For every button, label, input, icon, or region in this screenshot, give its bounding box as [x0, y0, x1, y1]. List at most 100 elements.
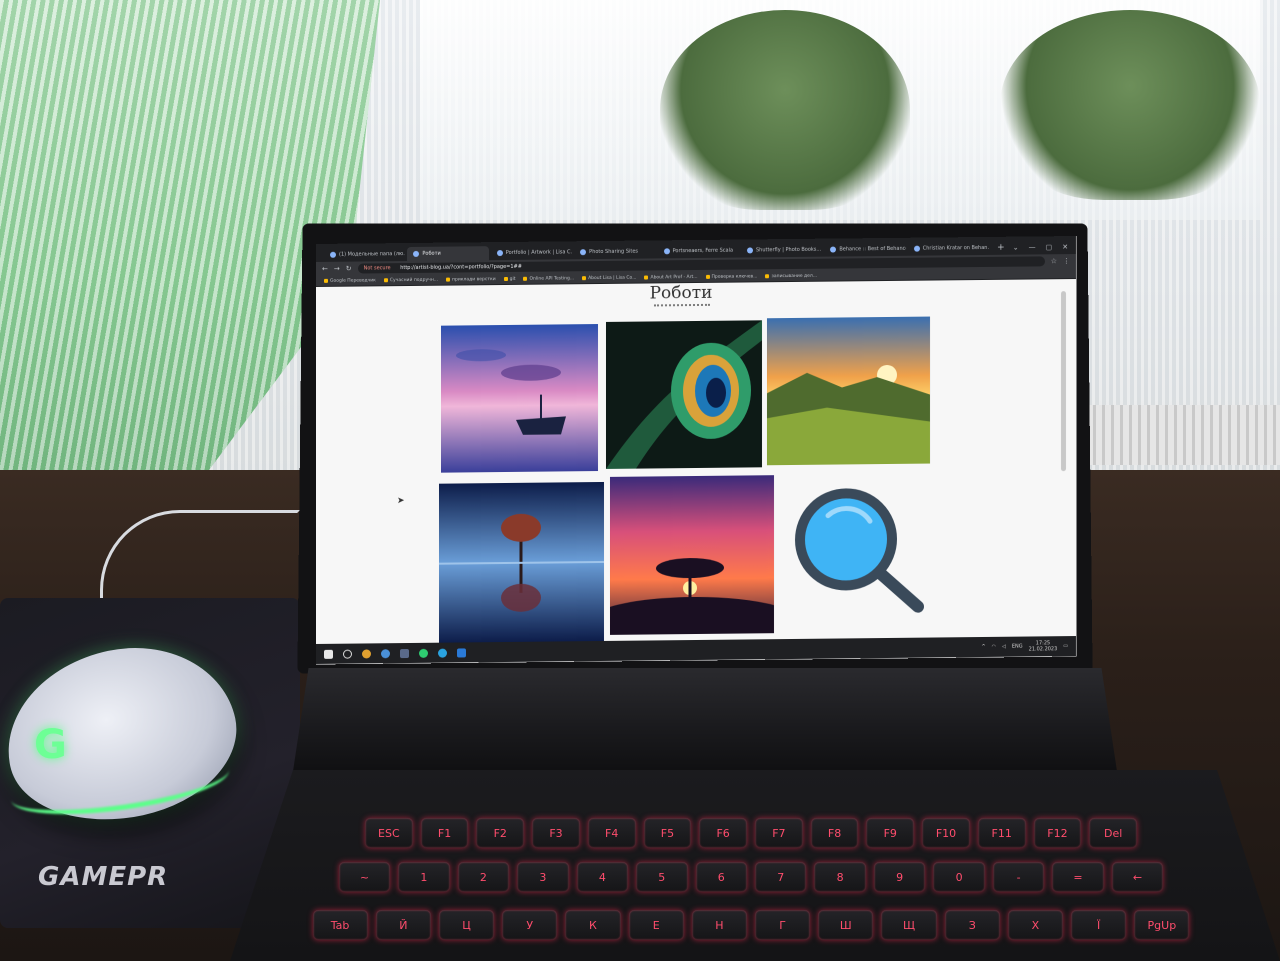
bookmark-item[interactable]: Online API Testing... [523, 276, 574, 282]
search-icon[interactable] [343, 649, 352, 659]
bookmark-icon [705, 274, 710, 279]
menu-icon[interactable]: ⋮ [1063, 257, 1070, 265]
bookmark-item[interactable]: Проверка ключев... [705, 273, 758, 280]
gallery-photo-peacock-feather[interactable] [606, 320, 762, 469]
browser-tab[interactable]: Shutterfly | Photo Books... [741, 243, 822, 258]
tab-label: Роботи [422, 250, 441, 257]
browser-tab[interactable]: Portsneaers, Ferre Scala [658, 244, 739, 259]
reload-icon[interactable]: ↻ [346, 265, 352, 273]
keyboard-key: 9 [873, 862, 926, 892]
tray-chevron-icon[interactable]: ^ [981, 644, 985, 650]
tab-label: Shutterfly | Photo Books... [755, 246, 822, 254]
steam-icon[interactable] [400, 648, 409, 658]
star-icon[interactable]: ☆ [1051, 257, 1057, 265]
keyboard-key: Del [1089, 818, 1137, 848]
tab-favicon-icon [746, 247, 753, 254]
bookmark-label: Проверка ключев... [711, 273, 758, 280]
keyboard-key: ~ [338, 862, 391, 892]
magnifier-icon[interactable] [788, 480, 938, 622]
tab-favicon-icon [330, 251, 336, 258]
browser-tab[interactable]: Portfolio | Artwork | Lisa C... [491, 245, 572, 260]
keyboard-key: 7 [755, 862, 807, 892]
spotify-icon[interactable] [419, 648, 428, 658]
tab-label: (1) Модельные папа (лю... [339, 251, 406, 258]
keyboard-key: Х [1007, 910, 1064, 940]
gallery-photo-mountain-sunset[interactable] [767, 316, 930, 466]
bookmark-item[interactable]: приклади верстки [446, 277, 496, 283]
portfolio-page: Роботи ➤ [316, 279, 1076, 644]
app-icon[interactable] [381, 648, 390, 658]
browser-tab[interactable]: Christian Kratar on Behan... [908, 241, 989, 256]
gallery-photo-tree-reflection[interactable] [439, 481, 604, 643]
page-scrollbar[interactable] [1061, 291, 1066, 472]
clock[interactable]: 17:25 21.02.2023 [1029, 640, 1058, 652]
bookmark-item[interactable]: About Lisa | Lisa Co... [582, 275, 636, 281]
browser-tab[interactable]: Роботи [407, 246, 489, 262]
window-control-button[interactable]: ✕ [1062, 240, 1068, 254]
keyboard-key: F1 [420, 818, 469, 848]
window-control-button[interactable]: — [1029, 240, 1036, 254]
vscode-icon[interactable] [457, 647, 466, 658]
bookmark-label: About Lisa | Lisa Co... [588, 275, 637, 281]
window-control-button[interactable]: ▢ [1046, 240, 1053, 254]
back-icon[interactable]: ← [322, 265, 328, 273]
keyboard-key: Ц [438, 910, 495, 940]
not-secure-label: Not secure [363, 265, 391, 272]
gallery-photo-tree-sunset[interactable] [610, 475, 774, 635]
browser-tab[interactable]: (1) Модельные папа (лю... [324, 247, 405, 262]
keyboard-key: 3 [517, 862, 569, 892]
language-indicator[interactable]: ENG [1012, 644, 1023, 650]
mouse-logo: G [34, 722, 67, 768]
bookmark-item[interactable]: git [503, 276, 516, 282]
keyboard-key: Й [375, 910, 431, 940]
keyboard-key: ESC [365, 818, 413, 848]
gallery-photo-boat[interactable] [441, 324, 598, 473]
tab-favicon-icon [913, 245, 920, 252]
keyboard-key: F5 [643, 818, 692, 848]
bookmark-item[interactable]: About Art Prof - Art... [644, 274, 698, 280]
keyboard-key: Г [755, 910, 811, 940]
chrome-icon[interactable] [362, 648, 371, 658]
keyboard-key: Н [691, 910, 747, 940]
bookmark-item[interactable]: Сучасний подручн... [383, 277, 438, 283]
keyboard-key: F11 [977, 818, 1026, 848]
laptop-keyboard: ESC F1 F2 F3 F4 F5 F6 F7 F8 F9 F10 F11 F12 Del ~1 2 3 4 5 6… [230, 770, 1280, 961]
keyboard-key: F10 [922, 818, 970, 848]
bookmark-item[interactable]: записывание дел... [765, 273, 817, 279]
notifications-icon[interactable]: ▭ [1063, 643, 1068, 649]
telegram-icon[interactable] [438, 648, 447, 658]
keyboard-key: 5 [636, 862, 688, 892]
volume-icon[interactable]: ◁ [1002, 644, 1006, 650]
houseplant [1000, 10, 1260, 200]
browser-tab[interactable]: Behance :: Best of Behance [824, 242, 906, 257]
bookmark-icon [644, 275, 649, 280]
laptop-hinge [292, 668, 1118, 778]
keyboard-key: У [502, 910, 558, 940]
browser-tab[interactable]: Photo Sharing Sites [574, 244, 655, 259]
bookmark-icon [765, 274, 770, 279]
bookmark-label: записывание дел... [771, 273, 818, 279]
forward-icon[interactable]: → [334, 265, 340, 273]
bookmark-item[interactable]: Google Переводчик [324, 278, 376, 284]
windows-start-icon[interactable] [324, 649, 333, 659]
window-control-button[interactable]: ⌄ [1013, 241, 1019, 255]
keyboard-key: Е [628, 910, 684, 940]
wifi-icon[interactable]: ◠ [992, 644, 996, 650]
keyboard-key: 1 [398, 862, 450, 892]
bookmark-label: Online API Testing... [529, 275, 575, 282]
keyboard-key: К [565, 910, 621, 940]
keyboard-key: Щ [881, 910, 937, 940]
bookmark-label: приклади верстки [452, 276, 496, 283]
mouse-pointer-icon: ➤ [397, 496, 405, 507]
bookmark-icon [383, 278, 388, 283]
laptop-screen: (1) Модельные папа (лю... Роботи Portfolio… [316, 236, 1076, 664]
new-tab-button[interactable]: + [991, 241, 1011, 255]
keyboard-key: З [944, 910, 1000, 940]
tab-label: Christian Kratar on Behan... [922, 244, 990, 252]
radiator [1060, 405, 1280, 465]
keyboard-key: F8 [810, 818, 859, 848]
bookmark-label: git [509, 276, 516, 282]
keyboard-key: F4 [587, 818, 636, 848]
keyboard-key: F3 [532, 818, 580, 848]
bookmark-label: About Art Prof - Art... [650, 274, 698, 280]
